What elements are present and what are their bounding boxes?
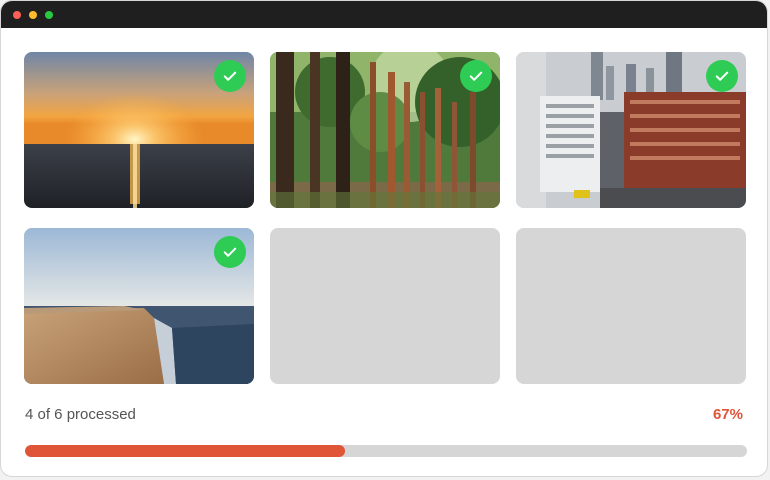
check-icon — [469, 71, 483, 81]
maximize-window-button[interactable] — [45, 11, 53, 19]
progress-bar — [25, 445, 747, 457]
check-icon — [223, 247, 237, 257]
processed-check-badge — [706, 60, 738, 92]
check-icon — [715, 71, 729, 81]
gallery-tile-city[interactable] — [516, 52, 746, 208]
gallery-tile-sunset[interactable] — [24, 52, 254, 208]
window-titlebar — [1, 1, 767, 28]
close-window-button[interactable] — [13, 11, 21, 19]
processed-check-badge — [214, 60, 246, 92]
check-icon — [223, 71, 237, 81]
gallery-tile-placeholder — [516, 228, 746, 384]
app-window: 4 of 6 processed 67% — [0, 0, 768, 477]
processed-check-badge — [460, 60, 492, 92]
gallery-tile-placeholder — [270, 228, 500, 384]
gallery-tile-beach[interactable] — [24, 228, 254, 384]
minimize-window-button[interactable] — [29, 11, 37, 19]
progress-percent-label: 67% — [712, 406, 743, 423]
progress-bar-fill — [25, 445, 345, 457]
gallery-tile-forest[interactable] — [270, 52, 500, 208]
processed-count-label: 4 of 6 processed — [25, 406, 136, 423]
processed-check-badge — [214, 236, 246, 268]
